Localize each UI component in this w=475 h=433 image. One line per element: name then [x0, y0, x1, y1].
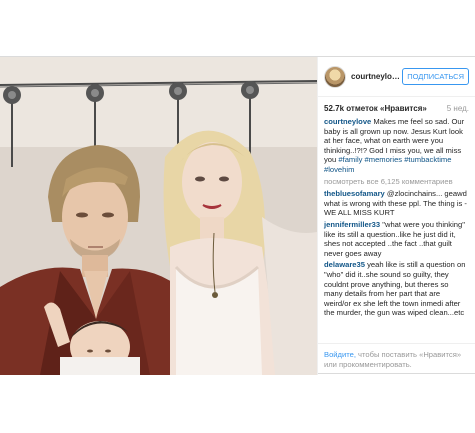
post-stats: 52.7k отметок «Нравится» 5 нед.: [318, 97, 475, 117]
avatar[interactable]: [324, 65, 346, 88]
login-link[interactable]: Войдите,: [324, 350, 356, 359]
comment-username[interactable]: thebluesofamary: [324, 189, 385, 198]
follow-button[interactable]: ПОДПИСАТЬСЯ: [402, 68, 469, 85]
caption-username[interactable]: courtneylove: [324, 117, 371, 126]
post-photo: [0, 57, 317, 375]
caption-hashtags[interactable]: #family #memories #tumbacktime #lovehim: [324, 155, 451, 174]
instagram-post: courtneylo… ПОДПИСАТЬСЯ 52.7k отметок «Н…: [0, 56, 475, 375]
comment-item: jennifermiller33 "what were you thinking…: [324, 220, 469, 258]
comment-username[interactable]: jennifermiller33: [324, 220, 380, 229]
photo-illustration: [0, 57, 317, 375]
caption: courtneylove Makes me feel so sad. Our b…: [324, 117, 469, 175]
post-header: courtneylo… ПОДПИСАТЬСЯ: [318, 57, 475, 97]
login-prompt: Войдите, чтобы поставить «Нравится» или …: [318, 343, 475, 375]
view-all-comments-link[interactable]: посмотреть все 6,125 комментариев: [324, 177, 469, 187]
post-sidebar: courtneylo… ПОДПИСАТЬСЯ 52.7k отметок «Н…: [317, 57, 475, 375]
post-timestamp[interactable]: 5 нед.: [447, 104, 469, 113]
comment-item: delaware35 yeah like is still a question…: [324, 260, 469, 318]
likes-count[interactable]: 52.7k отметок «Нравится»: [324, 104, 427, 113]
comment-username[interactable]: delaware35: [324, 260, 365, 269]
comments-list: courtneylove Makes me feel so sad. Our b…: [318, 117, 475, 318]
comment-item: thebluesofamary @zlocinchains... geawd w…: [324, 189, 469, 218]
post-username[interactable]: courtneylo…: [351, 72, 402, 81]
